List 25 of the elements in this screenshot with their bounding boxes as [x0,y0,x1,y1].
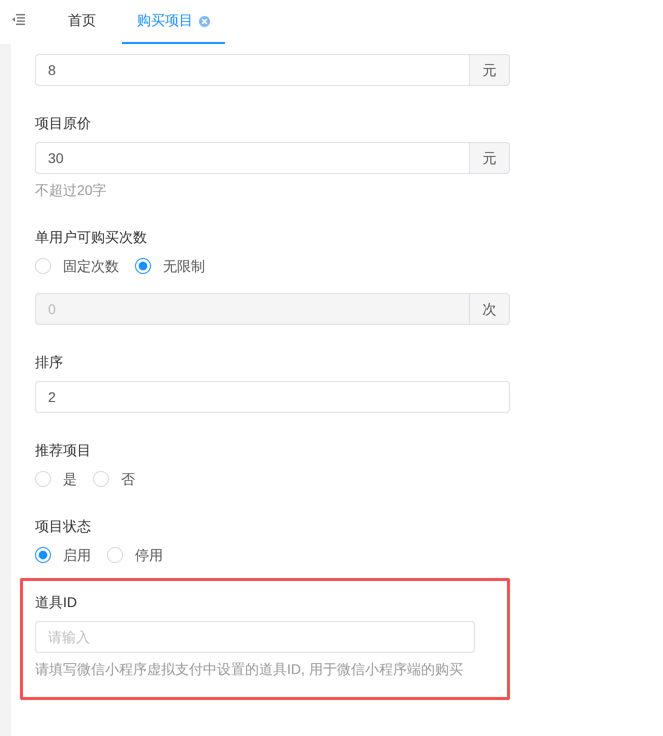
field-label: 单用户可购买次数 [35,228,148,247]
input-field[interactable]: 2 [35,381,510,413]
radio-option[interactable]: 停用 [107,545,163,565]
field-label: 排序 [35,353,64,372]
unit-label: 元 [470,54,510,86]
radio-option[interactable]: 否 [93,469,135,489]
input-field[interactable]: 30 [35,142,470,174]
radio-option[interactable]: 是 [35,469,77,489]
input-field[interactable]: 8 [35,54,470,86]
field-label: 推荐项目 [35,441,92,460]
tab[interactable]: 首页 [53,0,111,44]
radio-option[interactable]: 无限制 [135,256,205,276]
radio-icon[interactable] [35,547,51,563]
unit-label: 元 [470,142,510,174]
radio-option[interactable]: 固定次数 [35,256,119,276]
field-label: 道具ID [35,593,78,612]
radio-icon[interactable] [135,258,151,274]
menu-icon[interactable] [12,14,25,25]
hint-text: 不超过20字 [35,181,108,200]
field-label: 项目状态 [35,517,92,536]
hint-text: 请填写微信小程序虚拟支付中设置的道具ID, 用于微信小程序端的购买 [35,660,464,679]
unit-label: 次 [470,293,510,325]
radio-option[interactable]: 启用 [35,545,91,565]
field-label: 项目原价 [35,114,92,133]
close-icon[interactable] [199,16,210,26]
